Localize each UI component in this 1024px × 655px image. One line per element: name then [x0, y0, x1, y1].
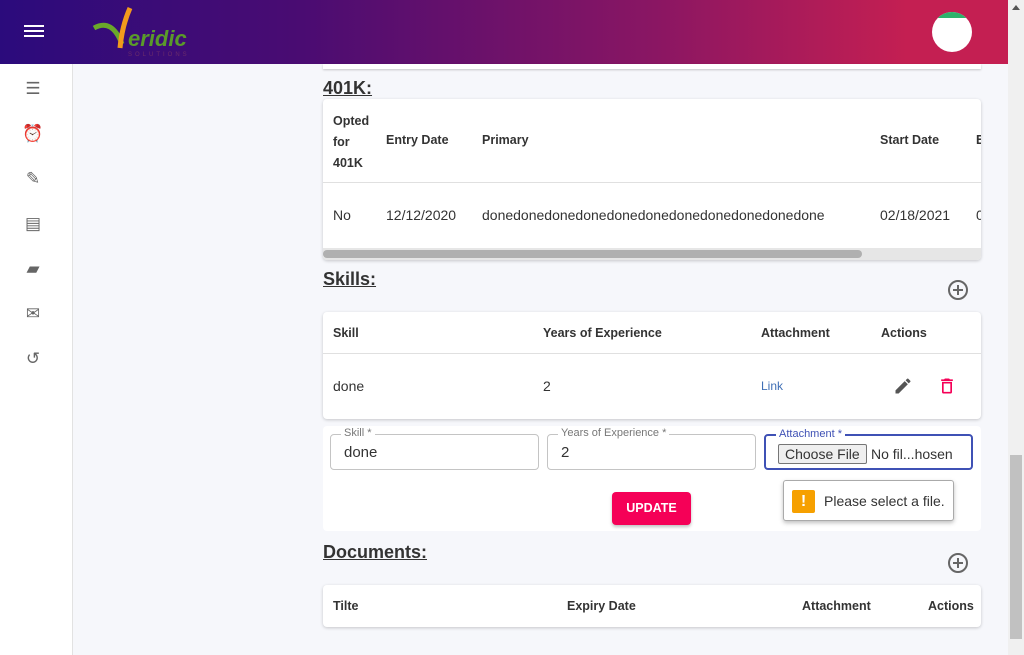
edit-icon[interactable]	[893, 376, 913, 396]
document-icon[interactable]: ▤	[22, 213, 44, 235]
cell-opted: No	[333, 207, 351, 223]
previous-card-edge	[323, 64, 981, 69]
skills-table: Skill Years of Experience Attachment Act…	[323, 312, 981, 419]
col-e: E	[976, 133, 981, 147]
years-input[interactable]: Years of Experience * 2	[547, 427, 756, 470]
update-button[interactable]: UPDATE	[612, 492, 691, 525]
chat-icon[interactable]: ▰	[22, 258, 44, 280]
page-scrollbar[interactable]	[1008, 0, 1024, 655]
col-years: Years of Experience	[543, 326, 662, 340]
col-opted: Opted for 401K	[333, 114, 370, 170]
table-401k: Opted for 401K Entry Date Primary Start …	[323, 99, 981, 260]
warning-icon: !	[792, 490, 815, 513]
menu-icon[interactable]	[24, 22, 44, 40]
col-skill: Skill	[333, 326, 359, 340]
section-title-documents: Documents:	[323, 542, 428, 562]
file-status: No fil...hosen	[871, 446, 953, 462]
cell-primary: donedonedonedonedonedonedonedonedonedone…	[482, 207, 825, 223]
payments-icon[interactable]: ✎	[22, 168, 44, 190]
col-actions: Actions	[881, 326, 927, 340]
alarm-icon[interactable]: ⏰	[22, 123, 44, 145]
checklist-icon[interactable]: ☰	[22, 78, 44, 100]
svg-text:eridic: eridic	[128, 26, 187, 51]
cell-start-date: 02/18/2021	[880, 207, 951, 223]
cell-skill: done	[333, 378, 365, 394]
choose-file-button[interactable]: Choose File	[778, 444, 867, 464]
col-doc-actions: Actions	[928, 599, 974, 613]
tooltip-text: Please select a file.	[824, 493, 945, 509]
col-start-date: Start Date	[880, 133, 940, 147]
section-title-401k: 401K:	[323, 78, 373, 98]
validation-tooltip: ! Please select a file.	[783, 480, 954, 521]
cell-e: 0	[976, 207, 981, 223]
col-expiry-date: Expiry Date	[567, 599, 636, 613]
add-skill-icon[interactable]	[948, 280, 968, 300]
col-primary: Primary	[482, 133, 529, 147]
horizontal-scrollbar[interactable]	[323, 248, 981, 260]
attachment-input[interactable]: Attachment * Choose File No fil...hosen	[764, 428, 973, 470]
history-icon[interactable]: ↺	[22, 348, 44, 370]
section-title-skills: Skills:	[323, 269, 377, 289]
skill-input[interactable]: Skill * done	[330, 427, 539, 470]
col-title: Tilte	[333, 599, 359, 613]
cell-years: 2	[543, 378, 551, 394]
inbox-icon[interactable]: ✉	[22, 303, 44, 325]
documents-table: Tilte Expiry Date Attachment Actions	[323, 585, 981, 627]
sidebar: ☰ ⏰ ✎ ▤ ▰ ✉ ↺	[0, 64, 73, 655]
col-entry-date: Entry Date	[386, 133, 449, 147]
veridic-logo: eridic SOLUTIONS	[92, 6, 190, 58]
svg-text:SOLUTIONS: SOLUTIONS	[128, 52, 190, 58]
user-avatar[interactable]	[932, 12, 972, 52]
app-header: eridic SOLUTIONS	[0, 0, 1008, 64]
add-document-icon[interactable]	[948, 553, 968, 573]
col-doc-attachment: Attachment	[802, 599, 871, 613]
cell-entry-date: 12/12/2020	[386, 207, 457, 223]
col-attachment: Attachment	[761, 326, 830, 340]
attachment-link[interactable]: Link	[761, 379, 783, 393]
delete-icon[interactable]	[937, 376, 957, 396]
